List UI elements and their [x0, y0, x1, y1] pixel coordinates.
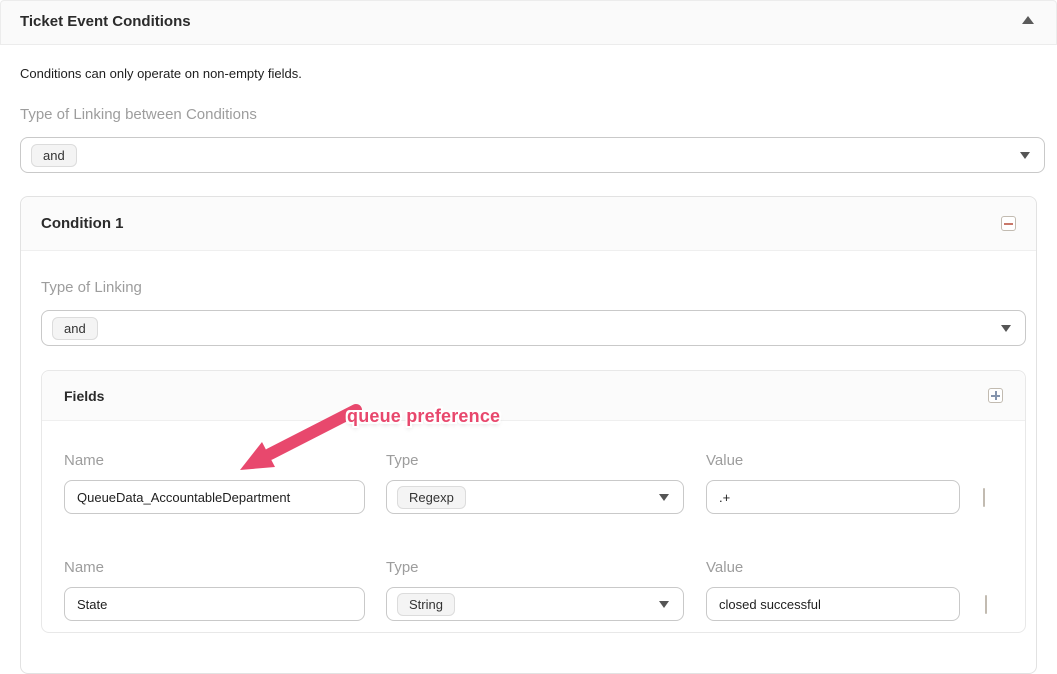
selected-condition-linking-chip: and: [52, 317, 98, 340]
selected-type-chip: Regexp: [397, 486, 466, 509]
condition-linking-label: Type of Linking: [41, 279, 142, 296]
remove-field-icon[interactable]: [983, 488, 985, 507]
remove-condition-icon[interactable]: [1001, 216, 1016, 231]
fields-card-header: Fields: [42, 371, 1025, 421]
add-field-icon[interactable]: [988, 388, 1003, 403]
field-value-input[interactable]: [706, 587, 960, 621]
fields-card: Fields Name Type Regexp Value Name Type …: [41, 370, 1026, 633]
condition-card: Condition 1 Type of Linking and Fields N…: [20, 196, 1037, 674]
linking-between-conditions-select[interactable]: and: [20, 137, 1045, 173]
condition-linking-select[interactable]: and: [41, 310, 1026, 346]
field-name-label: Name: [64, 452, 104, 469]
linking-between-conditions-label: Type of Linking between Conditions: [20, 106, 257, 123]
conditions-hint-text: Conditions can only operate on non-empty…: [20, 66, 302, 81]
collapse-panel-icon[interactable]: [1022, 16, 1034, 24]
chevron-down-icon: [1001, 325, 1011, 332]
field-type-select[interactable]: Regexp: [386, 480, 684, 514]
field-name-input[interactable]: [64, 587, 365, 621]
chevron-down-icon: [659, 494, 669, 501]
field-type-label: Type: [386, 559, 419, 576]
selected-type-chip: String: [397, 593, 455, 616]
fields-title: Fields: [64, 388, 104, 404]
panel-title: Ticket Event Conditions: [20, 13, 191, 30]
field-value-label: Value: [706, 559, 743, 576]
condition-title: Condition 1: [41, 215, 124, 232]
field-type-select[interactable]: String: [386, 587, 684, 621]
selected-linking-chip: and: [31, 144, 77, 167]
condition-card-header: Condition 1: [21, 197, 1036, 251]
field-type-label: Type: [386, 452, 419, 469]
field-name-label: Name: [64, 559, 104, 576]
chevron-down-icon: [659, 601, 669, 608]
minus-glyph: [1004, 223, 1013, 225]
field-value-input[interactable]: [706, 480, 960, 514]
remove-field-icon[interactable]: [985, 595, 987, 614]
field-name-input[interactable]: [64, 480, 365, 514]
chevron-down-icon: [1020, 152, 1030, 159]
field-value-label: Value: [706, 452, 743, 469]
